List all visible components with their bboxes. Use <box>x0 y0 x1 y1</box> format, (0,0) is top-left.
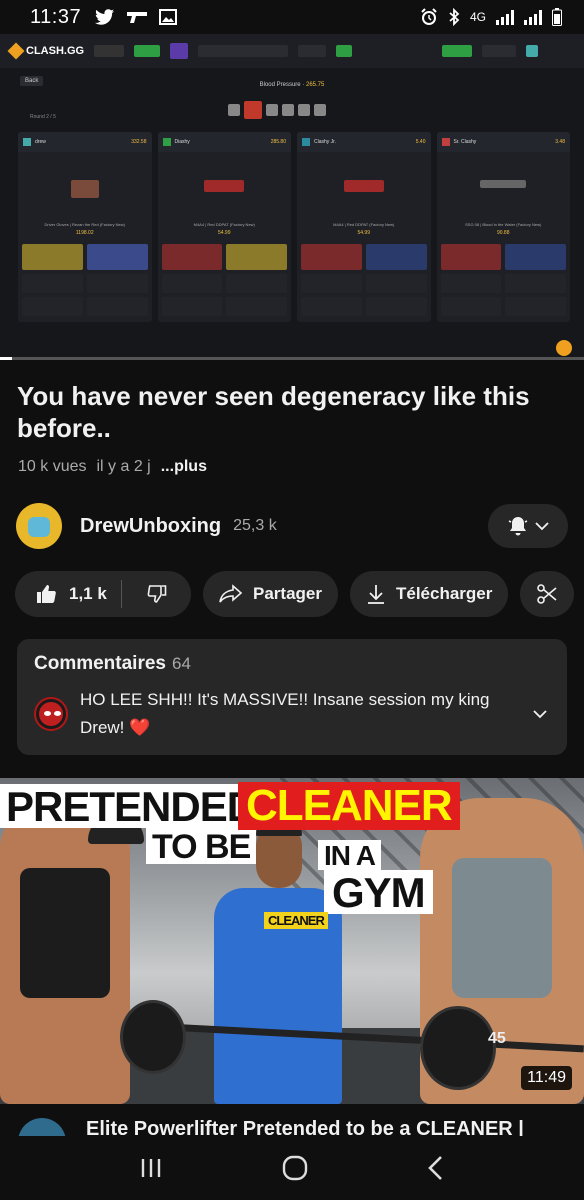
notification-icons <box>95 9 178 25</box>
player-columns: drew 332.58 Driver Gloves | Rezan the Red… <box>18 132 570 322</box>
image-icon <box>159 9 178 25</box>
battery-icon <box>552 8 562 26</box>
thumb-text-tobe: TO BE <box>146 828 257 864</box>
video-meta[interactable]: 10 k vues il y a 2 j ...plus <box>18 458 207 476</box>
like-count: 1,1 k <box>69 584 107 603</box>
commenter-avatar <box>34 697 68 731</box>
status-time: 11:37 <box>30 5 82 28</box>
chat-icon <box>556 340 572 356</box>
balance-pill <box>298 45 327 57</box>
player-column: drew 332.58 Driver Gloves | Rezan the Red… <box>18 132 152 322</box>
nav-links <box>198 45 289 57</box>
case-row <box>228 101 326 119</box>
barbell-plate-right <box>420 1006 496 1090</box>
alarm-icon <box>421 8 437 25</box>
next-video-thumbnail[interactable]: 45 PRETENDED TO BE CLEANER IN A GYM CLEA… <box>0 778 584 1104</box>
deposit-button <box>442 45 473 57</box>
video-progress-fill <box>0 357 12 360</box>
player-column: Sr. Clashy 3.48 SSG 08 | Blood in the Wat… <box>436 132 570 322</box>
player-column: Diashy 285.80 M4A4 | Red DDPAT (Factory N… <box>157 132 291 322</box>
comments-count: 64 <box>172 654 191 673</box>
view-count: 10 k vues <box>18 458 87 475</box>
thumb-text-cleaner: CLEANER <box>238 782 460 830</box>
plate-weight: 45 <box>488 1030 506 1047</box>
dislike-button[interactable] <box>132 583 168 605</box>
rewards-pill <box>134 45 161 57</box>
signal-icon <box>496 9 514 25</box>
user-avatar <box>526 45 539 57</box>
comments-heading: Commentaires 64 <box>34 653 191 674</box>
next-channel-avatar[interactable] <box>18 1118 66 1136</box>
like-button[interactable]: 1,1 k <box>15 580 122 608</box>
channel-row: DrewUnboxing 25,3 k <box>16 503 568 549</box>
like-dislike-group: 1,1 k <box>15 571 191 617</box>
thumb-text-gym: GYM <box>324 870 433 914</box>
person-right-shirt <box>452 858 552 998</box>
home-icon[interactable] <box>281 1154 309 1182</box>
twitter-icon <box>95 9 115 25</box>
notification-bell-button[interactable] <box>488 504 568 548</box>
clip-button[interactable] <box>520 571 575 617</box>
video-progress-bar[interactable] <box>0 357 584 360</box>
nav-pill <box>94 45 125 57</box>
share-icon <box>219 584 243 603</box>
video-player[interactable]: CLASH.GG Back Blood Pressure · 265.75 Ro… <box>0 34 584 360</box>
person-left-shirt <box>20 868 110 998</box>
thumbs-down-icon <box>147 585 167 603</box>
android-nav-bar <box>0 1136 584 1200</box>
status-bar: 11:37 4G <box>0 0 584 34</box>
withdraw-button <box>482 45 517 57</box>
event-badge <box>170 43 189 59</box>
bell-icon <box>508 517 528 536</box>
upload-age: il y a 2 j <box>96 458 151 475</box>
recent-apps-icon[interactable] <box>138 1156 164 1180</box>
expand-chevron-icon[interactable] <box>533 709 547 719</box>
channel-avatar[interactable] <box>16 503 62 549</box>
gun-icon <box>127 12 148 23</box>
player-column: Clashy Jr. 5.40 M4A4 | Red DDPAT (Factory… <box>297 132 431 322</box>
video-duration: 11:49 <box>521 1066 572 1090</box>
round-label: Round 2 / 5 <box>30 114 56 120</box>
next-video-title[interactable]: Elite Powerlifter Pretended to be a CLEA… <box>86 1118 524 1136</box>
thumb-text-pretended: PRETENDED <box>0 784 263 828</box>
comments-panel[interactable]: Commentaires 64 HO LEE SHH!! It's MASSIVE… <box>17 639 567 755</box>
download-icon <box>367 585 384 604</box>
gem-icon <box>7 42 25 60</box>
thumbs-up-icon <box>37 585 56 603</box>
wallet-pill <box>336 45 353 57</box>
subscriber-count: 25,3 k <box>233 517 277 534</box>
signal-icon-2 <box>524 9 542 25</box>
top-comment: HO LEE SHH!! It's MASSIVE!! Insane sessi… <box>80 690 490 737</box>
system-icons: 4G <box>420 8 562 26</box>
game-title: Blood Pressure · 265.75 <box>259 82 325 88</box>
back-icon[interactable] <box>426 1155 446 1181</box>
bluetooth-icon <box>449 8 460 26</box>
thumb-text-badge: CLEANER <box>264 912 328 929</box>
next-video-info[interactable]: Elite Powerlifter Pretended to be a CLEA… <box>0 1104 584 1136</box>
channel-name[interactable]: DrewUnboxing <box>80 515 221 538</box>
share-button[interactable]: Partager <box>203 571 338 617</box>
site-header: CLASH.GG <box>0 34 584 68</box>
site-logo: CLASH.GG <box>7 42 84 60</box>
action-row: 1,1 k Partager Télécharger <box>15 571 584 617</box>
barbell-plate-left <box>120 1000 186 1074</box>
download-button[interactable]: Télécharger <box>349 571 509 617</box>
video-title[interactable]: You have never seen degeneracy like this… <box>17 380 567 444</box>
chevron-down-icon <box>535 522 549 531</box>
network-label: 4G <box>469 10 486 24</box>
scissors-icon <box>537 584 557 604</box>
thumb-text-ina: IN A <box>318 840 381 870</box>
more-link[interactable]: ...plus <box>161 458 207 476</box>
